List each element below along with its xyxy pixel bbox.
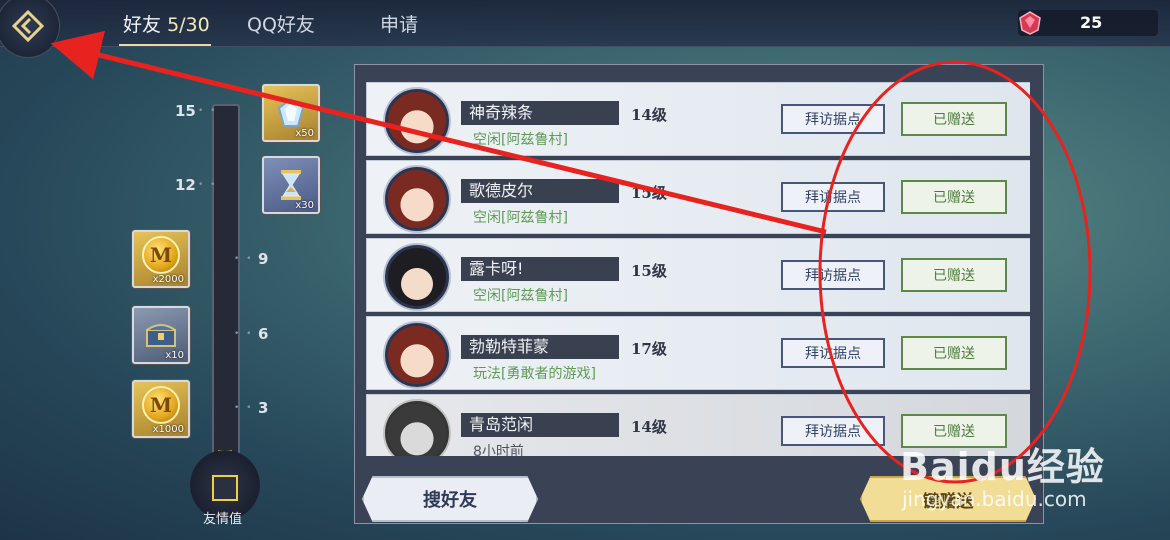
- friend-list[interactable]: 神奇辣条 14级 空闲[阿兹鲁村] 拜访据点 已赠送 歌德皮尔 15级 空闲[阿…: [366, 78, 1030, 456]
- reward-crystal[interactable]: x50: [262, 84, 320, 142]
- reward-qty: x2000: [152, 274, 184, 285]
- friendship-track: [212, 104, 240, 508]
- gold-coin-icon: M: [142, 386, 180, 424]
- back-icon: [11, 9, 45, 43]
- tab-friends[interactable]: 好友 5/30: [123, 10, 210, 37]
- reward-qty: x50: [295, 128, 314, 139]
- gold-coin-icon: M: [142, 236, 180, 274]
- visit-base-button[interactable]: 拜访据点: [781, 182, 885, 212]
- tab-qq-friends[interactable]: QQ好友: [247, 10, 315, 37]
- reward-qty: x1000: [152, 424, 184, 435]
- back-button[interactable]: [0, 0, 60, 58]
- milestone-dots: • •: [234, 254, 254, 264]
- friendship-knob-marker: [212, 475, 238, 501]
- friend-level: 15级: [631, 262, 667, 280]
- milestone-dots: • •: [198, 180, 218, 190]
- reward-gold-coins-2000[interactable]: M x2000: [132, 230, 190, 288]
- tab-friends-label: 好友: [123, 14, 162, 36]
- gift-sent-button[interactable]: 已赠送: [901, 258, 1007, 292]
- friend-row: 勃勒特菲蒙 17级 玩法[勇敢者的游戏] 拜访据点 已赠送: [366, 316, 1030, 390]
- friend-name: 勃勒特菲蒙: [461, 335, 619, 359]
- milestone-3: 3: [258, 399, 269, 417]
- visit-base-button[interactable]: 拜访据点: [781, 260, 885, 290]
- milestone-dots: • •: [234, 403, 254, 413]
- friend-status: 玩法[勇敢者的游戏]: [473, 366, 596, 382]
- friend-level: 17级: [631, 340, 667, 358]
- gift-sent-button[interactable]: 已赠送: [901, 336, 1007, 370]
- search-friend-button[interactable]: 搜好友: [362, 476, 538, 522]
- watermark: Baidu经验 jingyan.baidu.com: [900, 436, 1105, 511]
- reward-gold-coins-1000[interactable]: M x1000: [132, 380, 190, 438]
- reward-chest[interactable]: x10: [132, 306, 190, 364]
- reward-hourglass[interactable]: x30: [262, 156, 320, 214]
- friend-row: 歌德皮尔 15级 空闲[阿兹鲁村] 拜访据点 已赠送: [366, 160, 1030, 234]
- friend-name: 青岛范闲: [461, 413, 619, 437]
- avatar[interactable]: [385, 89, 449, 153]
- friend-last-online: 8小时前: [473, 444, 524, 456]
- reward-qty: x10: [165, 350, 184, 361]
- avatar[interactable]: [385, 401, 449, 456]
- friend-status: 空闲[阿兹鲁村]: [473, 288, 568, 304]
- milestone-dots: • •: [234, 329, 254, 339]
- crystal-icon: [277, 97, 305, 127]
- milestone-6: 6: [258, 325, 269, 343]
- friend-count: 5/30: [167, 14, 210, 36]
- active-tab-underline: [119, 44, 211, 46]
- milestone-dots: • •: [198, 106, 218, 116]
- friendship-label: 友情值: [203, 512, 243, 527]
- friend-name: 歌德皮尔: [461, 179, 619, 203]
- gift-sent-button[interactable]: 已赠送: [901, 180, 1007, 214]
- friend-row: 露卡呀! 15级 空闲[阿兹鲁村] 拜访据点 已赠送: [366, 238, 1030, 312]
- avatar[interactable]: [385, 323, 449, 387]
- hourglass-icon: [281, 170, 301, 200]
- watermark-logo: Baidu经验: [900, 445, 1105, 489]
- friend-level: 15级: [631, 184, 667, 202]
- gem-icon: [1019, 11, 1041, 35]
- visit-base-button[interactable]: 拜访据点: [781, 104, 885, 134]
- friend-status: 空闲[阿兹鲁村]: [473, 132, 568, 148]
- gift-sent-button[interactable]: 已赠送: [901, 102, 1007, 136]
- friend-name: 露卡呀!: [461, 257, 619, 281]
- friend-level: 14级: [631, 418, 667, 436]
- currency-value: 25: [1080, 13, 1103, 32]
- friend-level: 14级: [631, 106, 667, 124]
- milestone-9: 9: [258, 250, 269, 268]
- milestone-12: 12: [175, 176, 196, 194]
- friend-name: 神奇辣条: [461, 101, 619, 125]
- chest-icon: [146, 324, 176, 347]
- avatar[interactable]: [385, 167, 449, 231]
- watermark-url: jingyan.baidu.com: [902, 487, 1087, 511]
- visit-base-button[interactable]: 拜访据点: [781, 416, 885, 446]
- reward-qty: x30: [295, 200, 314, 211]
- visit-base-button[interactable]: 拜访据点: [781, 338, 885, 368]
- friend-row: 神奇辣条 14级 空闲[阿兹鲁村] 拜访据点 已赠送: [366, 82, 1030, 156]
- friend-status: 空闲[阿兹鲁村]: [473, 210, 568, 226]
- tab-requests[interactable]: 申请: [380, 10, 418, 37]
- avatar[interactable]: [385, 245, 449, 309]
- milestone-15: 15: [175, 102, 196, 120]
